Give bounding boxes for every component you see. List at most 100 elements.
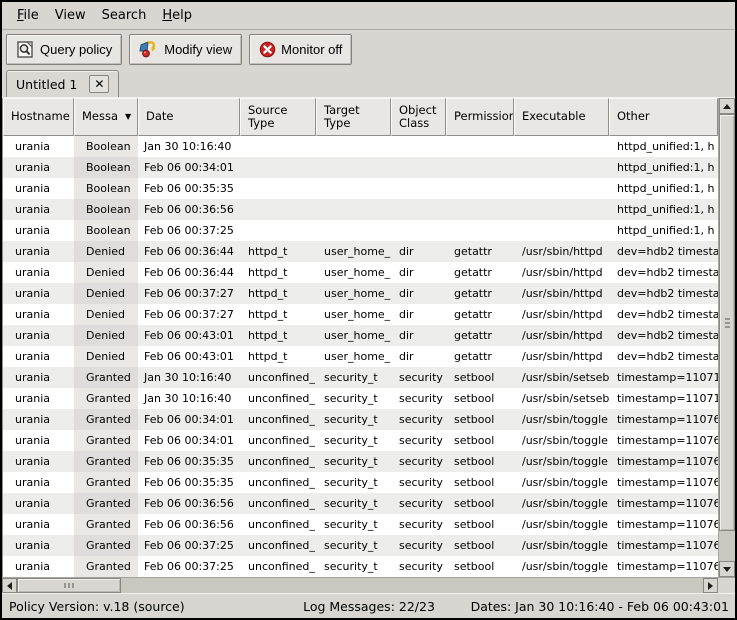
menu-search[interactable]: Search bbox=[94, 4, 155, 27]
column-header-source[interactable]: Source Type bbox=[240, 98, 316, 136]
monitor-off-label: Monitor off bbox=[281, 42, 342, 57]
cell-hostname: urania bbox=[3, 451, 74, 472]
cell-executable: /usr/sbin/httpd bbox=[514, 304, 609, 325]
menu-help[interactable]: Help bbox=[154, 4, 200, 27]
cell-target: security_t bbox=[316, 451, 391, 472]
table-row[interactable]: uraniaGrantedFeb 06 00:34:01unconfined_s… bbox=[3, 430, 718, 451]
tab-bar: Untitled 1 ✕ bbox=[2, 68, 735, 98]
cell-other: timestamp=11076 bbox=[609, 472, 718, 493]
table-row[interactable]: uraniaGrantedJan 30 10:16:40unconfined_s… bbox=[3, 367, 718, 388]
cell-hostname: urania bbox=[3, 514, 74, 535]
menu-view[interactable]: View bbox=[47, 4, 94, 27]
scroll-left-button[interactable] bbox=[2, 578, 17, 593]
cell-permission: getattr bbox=[446, 241, 514, 262]
cell-hostname: urania bbox=[3, 346, 74, 367]
table-row[interactable]: uraniaBooleanFeb 06 00:35:35httpd_unifie… bbox=[3, 178, 718, 199]
table-row[interactable]: uraniaBooleanFeb 06 00:36:56httpd_unifie… bbox=[3, 199, 718, 220]
column-header-other[interactable]: Other bbox=[609, 98, 718, 136]
vertical-scrollbar-thumb[interactable] bbox=[719, 114, 735, 531]
table-row[interactable]: uraniaGrantedFeb 06 00:36:56unconfined_s… bbox=[3, 493, 718, 514]
cell-objclass bbox=[391, 157, 446, 178]
modify-view-button[interactable]: Modify view bbox=[129, 34, 242, 65]
cell-target: security_t bbox=[316, 535, 391, 556]
cell-hostname: urania bbox=[3, 493, 74, 514]
cell-target bbox=[316, 136, 391, 157]
scrollbar-corner bbox=[718, 577, 735, 593]
cell-permission bbox=[446, 178, 514, 199]
scroll-right-button[interactable] bbox=[703, 578, 718, 593]
cell-other: timestamp=11076 bbox=[609, 430, 718, 451]
cell-objclass: security bbox=[391, 493, 446, 514]
cell-date: Jan 30 10:16:40 bbox=[138, 388, 240, 409]
table-row[interactable]: uraniaBooleanJan 30 10:16:40httpd_unifie… bbox=[3, 136, 718, 157]
tab-close-button[interactable]: ✕ bbox=[89, 75, 109, 93]
cell-message: Granted bbox=[74, 388, 138, 409]
scroll-down-button[interactable] bbox=[719, 561, 735, 577]
column-header-permission[interactable]: Permission bbox=[446, 98, 514, 136]
close-icon: ✕ bbox=[94, 78, 104, 90]
cell-source: httpd_t bbox=[240, 346, 316, 367]
cell-permission: getattr bbox=[446, 346, 514, 367]
table-body: uraniaBooleanJan 30 10:16:40httpd_unifie… bbox=[3, 136, 718, 577]
column-header-label: Target Type bbox=[324, 104, 360, 130]
table-row[interactable]: uraniaGrantedJan 30 10:16:40unconfined_s… bbox=[3, 388, 718, 409]
vertical-scrollbar-trough[interactable] bbox=[719, 531, 735, 561]
cell-message: Granted bbox=[74, 430, 138, 451]
cell-target: user_home_ bbox=[316, 241, 391, 262]
table-row[interactable]: uraniaGrantedFeb 06 00:34:01unconfined_s… bbox=[3, 409, 718, 430]
cell-objclass: security bbox=[391, 472, 446, 493]
vertical-scrollbar[interactable] bbox=[718, 98, 735, 577]
grip-icon bbox=[68, 583, 70, 588]
table-row[interactable]: uraniaBooleanFeb 06 00:37:25httpd_unifie… bbox=[3, 220, 718, 241]
table-row[interactable]: uraniaDeniedFeb 06 00:36:44httpd_tuser_h… bbox=[3, 241, 718, 262]
menu-file[interactable]: File bbox=[9, 4, 47, 27]
query-policy-button[interactable]: Query policy bbox=[6, 34, 122, 65]
table-row[interactable]: uraniaDeniedFeb 06 00:43:01httpd_tuser_h… bbox=[3, 346, 718, 367]
cell-objclass: dir bbox=[391, 304, 446, 325]
cell-other: timestamp=11076 bbox=[609, 409, 718, 430]
cell-date: Feb 06 00:43:01 bbox=[138, 325, 240, 346]
horizontal-scrollbar[interactable] bbox=[2, 577, 718, 593]
column-header-date[interactable]: Date bbox=[138, 98, 240, 136]
table-row[interactable]: uraniaBooleanFeb 06 00:34:01httpd_unifie… bbox=[3, 157, 718, 178]
table-row[interactable]: uraniaDeniedFeb 06 00:36:44httpd_tuser_h… bbox=[3, 262, 718, 283]
log-table: HostnameMessa▼DateSource Type Target Type… bbox=[2, 98, 718, 577]
table-row[interactable]: uraniaGrantedFeb 06 00:37:25unconfined_s… bbox=[3, 556, 718, 577]
table-row[interactable]: uraniaGrantedFeb 06 00:36:56unconfined_s… bbox=[3, 514, 718, 535]
cell-permission: setbool bbox=[446, 472, 514, 493]
cell-source: unconfined_ bbox=[240, 367, 316, 388]
table-row[interactable]: uraniaDeniedFeb 06 00:37:27httpd_tuser_h… bbox=[3, 304, 718, 325]
column-header-objclass[interactable]: Object Class bbox=[391, 98, 446, 136]
column-header-hostname[interactable]: Hostname bbox=[3, 98, 74, 136]
scroll-up-button[interactable] bbox=[719, 98, 735, 114]
cell-source bbox=[240, 220, 316, 241]
cell-permission: getattr bbox=[446, 304, 514, 325]
horizontal-scrollbar-trough[interactable] bbox=[121, 578, 703, 593]
table-row[interactable]: uraniaDeniedFeb 06 00:37:27httpd_tuser_h… bbox=[3, 283, 718, 304]
cell-source: unconfined_ bbox=[240, 556, 316, 577]
column-header-executable[interactable]: Executable bbox=[514, 98, 609, 136]
column-header-target[interactable]: Target Type bbox=[316, 98, 391, 136]
cell-permission bbox=[446, 220, 514, 241]
cell-other: httpd_unified:1, h bbox=[609, 136, 718, 157]
cell-message: Boolean bbox=[74, 136, 138, 157]
monitor-off-button[interactable]: Monitor off bbox=[249, 34, 352, 65]
menu-bar: File View Search Help bbox=[2, 2, 735, 30]
table-row[interactable]: uraniaGrantedFeb 06 00:35:35unconfined_s… bbox=[3, 472, 718, 493]
column-header-message[interactable]: Messa▼ bbox=[74, 98, 138, 136]
table-row[interactable]: uraniaGrantedFeb 06 00:37:25unconfined_s… bbox=[3, 535, 718, 556]
column-header-label: Object Class bbox=[399, 104, 436, 130]
cell-target: security_t bbox=[316, 514, 391, 535]
cell-permission: setbool bbox=[446, 493, 514, 514]
cell-permission: setbool bbox=[446, 430, 514, 451]
cell-hostname: urania bbox=[3, 430, 74, 451]
cell-hostname: urania bbox=[3, 367, 74, 388]
cell-other: httpd_unified:1, h bbox=[609, 220, 718, 241]
tab-untitled-1[interactable]: Untitled 1 ✕ bbox=[6, 70, 119, 97]
cell-source: unconfined_ bbox=[240, 472, 316, 493]
cell-hostname: urania bbox=[3, 178, 74, 199]
table-row[interactable]: uraniaDeniedFeb 06 00:43:01httpd_tuser_h… bbox=[3, 325, 718, 346]
column-header-label: Messa bbox=[82, 110, 118, 123]
horizontal-scrollbar-thumb[interactable] bbox=[17, 578, 121, 593]
table-row[interactable]: uraniaGrantedFeb 06 00:35:35unconfined_s… bbox=[3, 451, 718, 472]
